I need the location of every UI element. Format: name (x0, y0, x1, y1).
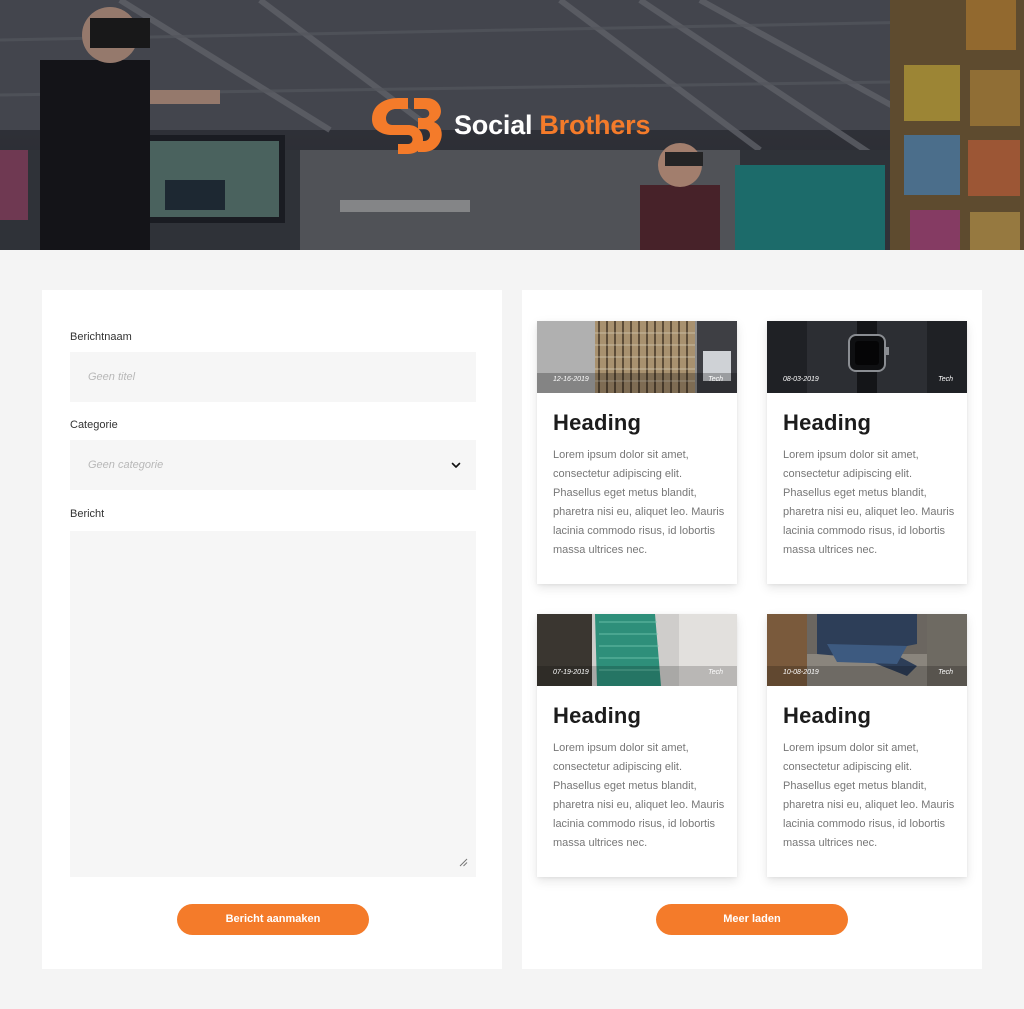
post-category-tag: Tech (938, 669, 953, 676)
post-name-label: Berichtnaam (70, 331, 132, 343)
post-category-tag: Tech (708, 669, 723, 676)
post-heading: Heading (783, 703, 872, 728)
brand-name-brothers: Brothers (539, 109, 651, 140)
post-heading: Heading (783, 410, 872, 435)
post-excerpt: Lorem ipsum dolor sit amet, consectetur … (553, 449, 725, 556)
category-placeholder: Geen categorie (88, 459, 164, 471)
posts-panel: 12-16-2019 Tech Heading Lorem ipsum dolo… (522, 290, 982, 969)
chevron-down-icon (451, 462, 461, 468)
post-date: 08-03-2019 (783, 376, 819, 383)
post-category-tag: Tech (938, 376, 953, 383)
post-card[interactable]: 07-19-2019 Tech Heading Lorem ipsum dolo… (537, 614, 737, 877)
post-card[interactable]: 10-08-2019 Tech Heading Lorem ipsum dolo… (767, 614, 967, 877)
post-excerpt: Lorem ipsum dolor sit amet, consectetur … (783, 742, 955, 849)
social-brothers-logo-icon (372, 98, 442, 154)
load-more-button[interactable]: Meer laden (656, 904, 848, 935)
post-heading: Heading (553, 410, 642, 435)
post-card[interactable]: 08-03-2019 Tech Heading Lorem ipsum dolo… (767, 321, 967, 584)
resize-handle-icon[interactable] (458, 857, 468, 867)
post-date: 12-16-2019 (553, 376, 589, 383)
post-date: 07-19-2019 (553, 669, 589, 676)
post-date: 10-08-2019 (783, 669, 819, 676)
message-textarea[interactable] (70, 531, 476, 877)
brand-logo[interactable]: Social Brothers (368, 92, 650, 158)
post-excerpt: Lorem ipsum dolor sit amet, consectetur … (783, 449, 955, 556)
brand-name-social: Social (454, 109, 533, 140)
category-label: Categorie (70, 419, 118, 431)
post-category-tag: Tech (708, 376, 723, 383)
post-excerpt: Lorem ipsum dolor sit amet, consectetur … (553, 742, 725, 849)
post-card[interactable]: 12-16-2019 Tech Heading Lorem ipsum dolo… (537, 321, 737, 584)
create-post-panel: Berichtnaam Geen titel Categorie Geen ca… (42, 290, 502, 969)
hero-banner: Social Brothers (0, 0, 1024, 250)
post-name-input[interactable]: Geen titel (70, 352, 476, 402)
category-select[interactable]: Geen categorie (70, 440, 476, 490)
post-heading: Heading (553, 703, 642, 728)
message-label: Bericht (70, 508, 105, 520)
post-name-placeholder: Geen titel (88, 371, 136, 383)
create-post-button[interactable]: Bericht aanmaken (177, 904, 369, 935)
